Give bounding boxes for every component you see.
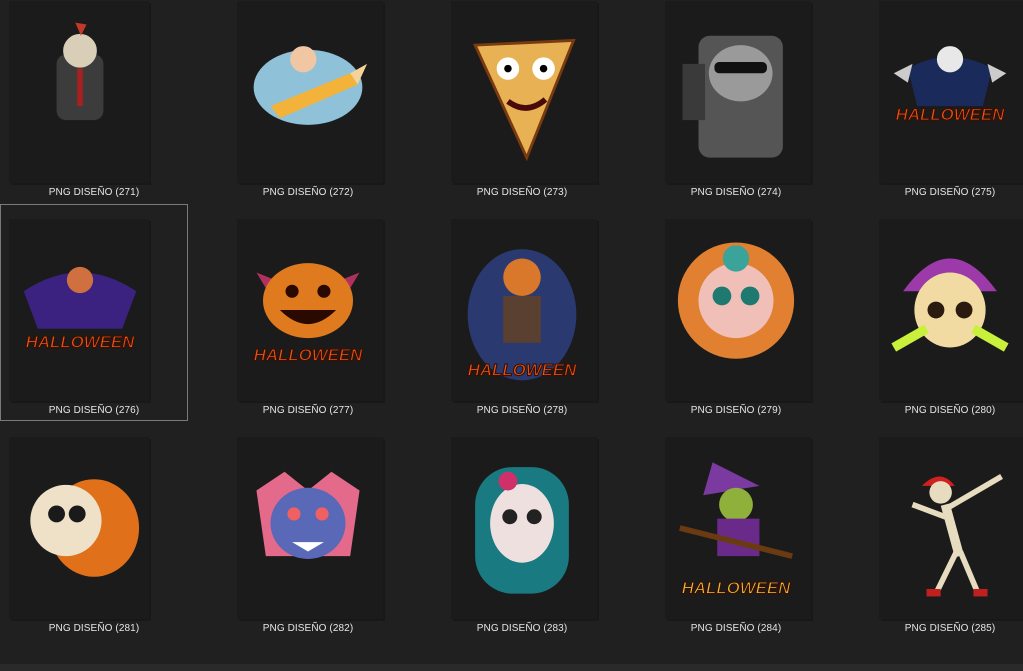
thumbnail-image <box>885 453 1015 603</box>
file-name: PNG DISEÑO (271) <box>48 187 140 198</box>
thumbnail-image: HALLOWEEN <box>457 235 587 385</box>
file-item[interactable]: PNG DISEÑO (280) <box>856 204 1023 421</box>
file-grid: PNG DISEÑO (266) PNG DISEÑO (267) PNG DI… <box>0 0 1023 640</box>
punk-skeleton-icon <box>56 22 104 121</box>
thumbnail-image <box>885 235 1015 385</box>
thumbnail-image: HALLOWEEN <box>243 235 373 385</box>
thumbnail-image: HALLOWEEN <box>15 235 145 385</box>
file-name: PNG DISEÑO (279) <box>690 405 782 416</box>
thumbnail-image <box>671 235 801 385</box>
svg-text:HALLOWEEN: HALLOWEEN <box>682 579 791 598</box>
file-item[interactable]: PNG DISEÑO (285) <box>856 422 1023 639</box>
thumbnail-image <box>15 453 145 603</box>
file-name: PNG DISEÑO (284) <box>690 623 782 634</box>
file-item[interactable]: PNG DISEÑO (271) <box>0 0 188 203</box>
file-name: PNG DISEÑO (280) <box>904 405 996 416</box>
file-item[interactable]: PNG DISEÑO (274) <box>642 0 830 203</box>
file-item[interactable]: HALLOWEEN PNG DISEÑO (276) <box>0 204 188 421</box>
file-name: PNG DISEÑO (274) <box>690 187 782 198</box>
skull-pumpkin-icon <box>30 479 140 577</box>
thumbnail-image: HALLOWEEN <box>885 17 1015 167</box>
file-name: PNG DISEÑO (275) <box>904 187 996 198</box>
file-item[interactable]: HALLOWEEN PNG DISEÑO (284) <box>642 422 830 639</box>
reaper-halloween-icon: HALLOWEEN <box>893 46 1007 125</box>
file-name: PNG DISEÑO (285) <box>904 623 996 634</box>
horizontal-scrollbar[interactable] <box>0 664 1023 671</box>
thumbnail-image: HALLOWEEN <box>671 453 801 603</box>
scarecrow-icon: HALLOWEEN <box>467 249 578 381</box>
svg-text:HALLOWEEN: HALLOWEEN <box>896 105 1005 124</box>
witch-broom-icon: HALLOWEEN <box>679 462 793 598</box>
svg-text:HALLOWEEN: HALLOWEEN <box>254 346 363 365</box>
file-name: PNG DISEÑO (273) <box>476 187 568 198</box>
file-item[interactable]: PNG DISEÑO (281) <box>0 422 188 639</box>
boy-on-pencil-icon <box>253 46 368 125</box>
file-name: PNG DISEÑO (281) <box>48 623 140 634</box>
file-item[interactable]: PNG DISEÑO (273) <box>428 0 616 203</box>
file-item[interactable]: PNG DISEÑO (282) <box>214 422 402 639</box>
catrina-icon <box>475 467 569 594</box>
thumbnail-image <box>243 453 373 603</box>
file-item[interactable]: HALLOWEEN PNG DISEÑO (277) <box>214 204 402 421</box>
file-item[interactable]: HALLOWEEN PNG DISEÑO (278) <box>428 204 616 421</box>
file-item[interactable]: PNG DISEÑO (272) <box>214 0 402 203</box>
blue-cat-icon <box>256 471 360 559</box>
svg-text:HALLOWEEN: HALLOWEEN <box>468 361 577 380</box>
vampire-halloween-icon: HALLOWEEN <box>23 266 137 352</box>
pumpkin-bat-icon: HALLOWEEN <box>253 263 364 365</box>
svg-text:HALLOWEEN: HALLOWEEN <box>26 333 135 352</box>
thumbnail-image <box>671 17 801 167</box>
thumbnail-image <box>457 453 587 603</box>
file-item[interactable]: PNG DISEÑO (283) <box>428 422 616 639</box>
file-name: PNG DISEÑO (277) <box>262 405 354 416</box>
dabbing-skeleton-icon <box>911 474 1003 597</box>
file-item[interactable]: HALLOWEEN PNG DISEÑO (275) <box>856 0 1023 203</box>
thumbnail-image <box>15 17 145 167</box>
sugar-skull-woman-icon <box>677 242 795 359</box>
thumbnail-image <box>243 17 373 167</box>
file-name: PNG DISEÑO (283) <box>476 623 568 634</box>
file-name: PNG DISEÑO (278) <box>476 405 568 416</box>
thumbnail-image <box>457 17 587 167</box>
file-name: PNG DISEÑO (282) <box>262 623 354 634</box>
file-name: PNG DISEÑO (276) <box>48 405 140 416</box>
bulldog-gangster-icon <box>682 35 783 158</box>
mushroom-skull-icon <box>891 258 1009 352</box>
file-name: PNG DISEÑO (272) <box>262 187 354 198</box>
zombie-pizza-icon <box>472 38 576 162</box>
file-item[interactable]: PNG DISEÑO (279) <box>642 204 830 421</box>
